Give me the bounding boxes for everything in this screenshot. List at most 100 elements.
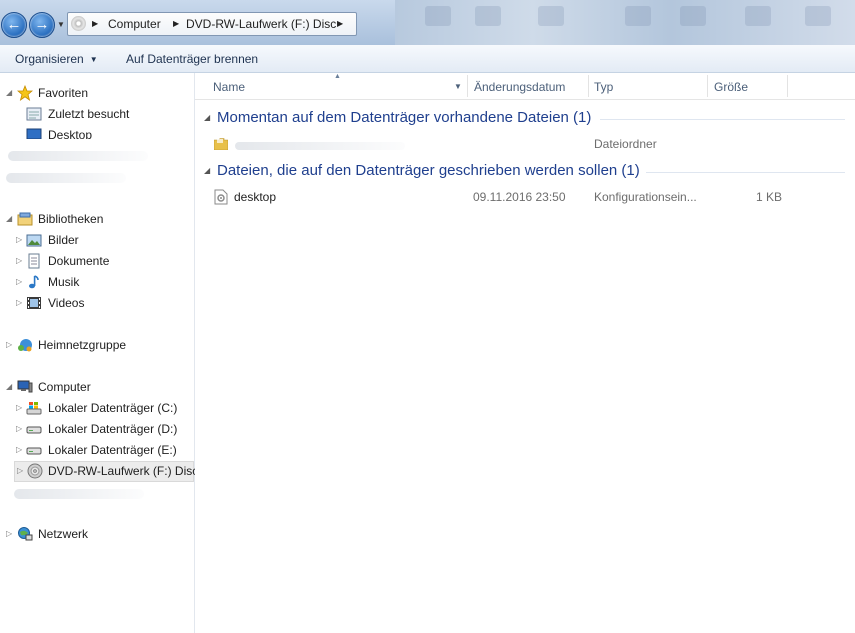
nav-favorites-label: Favoriten (38, 86, 89, 100)
nav-item-label: Bilder (48, 233, 79, 247)
collapsed-arrow-icon[interactable]: ▷ (16, 255, 22, 267)
computer-icon (17, 380, 33, 393)
chevron-down-icon: ▼ (89, 55, 98, 64)
column-divider[interactable] (787, 75, 788, 97)
file-name[interactable]: desktop (234, 190, 276, 204)
collapsed-arrow-icon[interactable]: ▷ (16, 444, 22, 456)
title-bar: ← → ▼ ▶ Computer ▶ DVD-RW-Laufwerk (F:) … (0, 0, 855, 45)
organize-button[interactable]: Organisieren ▼ (15, 52, 98, 66)
pictures-icon (26, 234, 42, 247)
column-header-size[interactable]: Größe (714, 80, 748, 94)
group-separator (646, 172, 845, 173)
column-header-row: ▲ Name ▼ Änderungsdatum Typ Größe (195, 73, 855, 100)
nav-homegroup-label: Heimnetzgruppe (38, 338, 127, 352)
nav-libraries-label: Bibliotheken (38, 212, 104, 226)
nav-item-drive-d[interactable]: ▷ Lokaler Datenträger (D:) (14, 420, 189, 439)
collapsed-arrow-icon[interactable]: ▷ (17, 465, 23, 477)
network-icon (18, 527, 33, 541)
collapsed-arrow-icon[interactable]: ▷ (16, 297, 22, 309)
system-drive-icon (26, 402, 42, 415)
nav-network-label: Netzwerk (38, 527, 89, 541)
file-type: Konfigurationsein... (594, 190, 697, 204)
desktop-icon (26, 128, 42, 139)
hard-drive-icon (26, 447, 42, 455)
nav-item-desktop[interactable]: Desktop (14, 126, 189, 139)
blurred-icon (425, 6, 451, 26)
organize-label: Organisieren (15, 52, 84, 66)
collapsed-arrow-icon[interactable]: ▷ (6, 528, 12, 540)
file-type: Dateiordner (594, 137, 657, 151)
expand-arrow-icon[interactable]: ◢ (6, 87, 12, 99)
nav-item-documents[interactable]: ▷ Dokumente (14, 252, 189, 271)
back-button[interactable]: ← (1, 12, 27, 38)
blurred-region (8, 151, 148, 161)
collapse-group-arrow-icon[interactable]: ◢ (204, 166, 210, 175)
nav-favorites[interactable]: ◢ Favoriten (4, 84, 189, 103)
file-list-pane: ▲ Name ▼ Änderungsdatum Typ Größe ◢ Mome… (195, 73, 855, 633)
expand-arrow-icon[interactable]: ◢ (6, 213, 12, 225)
sort-ascending-icon: ▲ (334, 73, 341, 80)
forward-button[interactable]: → (29, 12, 55, 38)
burn-to-disc-button[interactable]: Auf Datenträger brennen (126, 52, 258, 66)
column-header-date[interactable]: Änderungsdatum (474, 80, 565, 94)
collapsed-arrow-icon[interactable]: ▷ (16, 423, 22, 435)
breadcrumb-separator-icon[interactable]: ▶ (173, 17, 179, 31)
column-divider[interactable] (588, 75, 589, 97)
nav-item-label: Desktop (48, 128, 93, 139)
nav-item-pictures[interactable]: ▷ Bilder (14, 231, 189, 250)
chevron-down-icon: ▼ (57, 20, 65, 29)
blurred-icon (625, 6, 651, 26)
homegroup-icon (18, 339, 32, 352)
column-header-type[interactable]: Typ (594, 80, 613, 94)
nav-item-label: Musik (48, 275, 80, 289)
nav-item-videos[interactable]: ▷ Videos (14, 294, 189, 313)
nav-libraries[interactable]: ◢ Bibliotheken (4, 210, 189, 229)
collapsed-arrow-icon[interactable]: ▷ (16, 234, 22, 246)
nav-item-recent[interactable]: Zuletzt besucht (14, 105, 189, 124)
blurred-region (14, 489, 144, 499)
config-file-icon (214, 189, 228, 205)
expand-arrow-icon[interactable]: ◢ (6, 381, 12, 393)
hard-drive-icon (26, 426, 42, 434)
dvd-drive-icon (27, 463, 43, 479)
nav-item-dvd-drive[interactable]: ▷ DVD-RW-Laufwerk (F:) Disc (14, 461, 198, 482)
nav-network[interactable]: ▷ Netzwerk (4, 525, 189, 544)
address-bar[interactable]: ▶ Computer ▶ DVD-RW-Laufwerk (F:) Disc ▶ (67, 12, 357, 36)
blurred-icon (538, 6, 564, 26)
collapsed-arrow-icon[interactable]: ▷ (6, 339, 12, 351)
column-divider[interactable] (467, 75, 468, 97)
blurred-icon (680, 6, 706, 26)
breadcrumb-computer[interactable]: Computer (108, 17, 161, 31)
blurred-icon (805, 6, 831, 26)
nav-computer-label: Computer (38, 380, 91, 394)
nav-item-drive-c[interactable]: ▷ Lokaler Datenträger (C:) (14, 399, 189, 418)
group-header-pending[interactable]: Dateien, die auf den Datenträger geschri… (217, 162, 640, 179)
documents-icon (28, 253, 40, 269)
recent-pages-button[interactable]: ▼ (56, 20, 66, 30)
chevron-down-icon[interactable]: ▼ (454, 82, 462, 91)
nav-computer[interactable]: ◢ Computer (4, 378, 189, 397)
libraries-icon (17, 212, 33, 226)
nav-item-music[interactable]: ▷ Musik (14, 273, 189, 292)
collapsed-arrow-icon[interactable]: ▷ (16, 402, 22, 414)
group-header-existing[interactable]: Momentan auf dem Datenträger vorhandene … (217, 109, 591, 126)
nav-item-drive-e[interactable]: ▷ Lokaler Datenträger (E:) (14, 441, 189, 460)
column-divider[interactable] (707, 75, 708, 97)
collapsed-arrow-icon[interactable]: ▷ (16, 276, 22, 288)
nav-item-label: Zuletzt besucht (48, 107, 130, 121)
forward-arrow-icon: → (34, 16, 50, 33)
breadcrumb-dvd-drive[interactable]: DVD-RW-Laufwerk (F:) Disc (186, 17, 336, 31)
blurred-filename (235, 142, 405, 150)
nav-homegroup[interactable]: ▷ Heimnetzgruppe (4, 336, 189, 355)
nav-item-label: Lokaler Datenträger (D:) (48, 422, 178, 436)
collapse-group-arrow-icon[interactable]: ◢ (204, 113, 210, 122)
breadcrumb-separator-icon[interactable]: ▶ (92, 17, 98, 31)
nav-item-label: Dokumente (48, 254, 110, 268)
breadcrumb-separator-icon[interactable]: ▶ (337, 17, 343, 31)
blurred-icon (475, 6, 501, 26)
column-header-name[interactable]: Name (213, 80, 245, 94)
back-arrow-icon: ← (6, 16, 22, 33)
group-separator (600, 119, 845, 120)
recent-places-icon (26, 107, 42, 121)
navigation-pane: ◢ Favoriten Zuletzt besucht Desktop ◢ Bi… (0, 73, 198, 633)
